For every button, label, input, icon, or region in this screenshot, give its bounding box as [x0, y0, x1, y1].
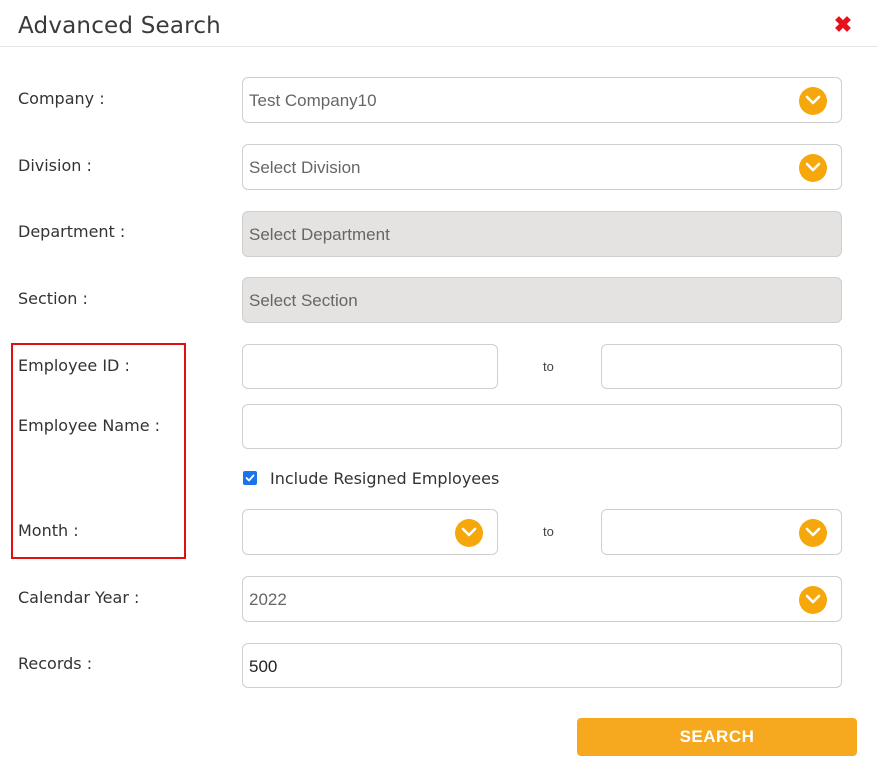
division-select[interactable]: Select Division — [242, 144, 842, 190]
company-select[interactable]: Test Company10 — [242, 77, 842, 123]
chevron-down-icon[interactable] — [799, 87, 827, 115]
company-value: Test Company10 — [249, 91, 377, 110]
department-select[interactable]: Select Department — [242, 211, 842, 257]
close-icon[interactable]: ✖ — [832, 14, 854, 36]
employee-name-input[interactable] — [242, 404, 842, 449]
dialog-title: Advanced Search — [18, 13, 221, 39]
dialog-header: Advanced Search ✖ — [0, 0, 878, 47]
company-label: Company : — [18, 89, 105, 108]
department-label: Department : — [18, 222, 126, 241]
include-resigned-label[interactable]: Include Resigned Employees — [270, 469, 499, 488]
section-label: Section : — [18, 289, 88, 308]
chevron-down-icon[interactable] — [455, 519, 483, 547]
month-range-separator: to — [543, 524, 554, 539]
calendar-year-label: Calendar Year : — [18, 588, 140, 607]
division-label: Division : — [18, 156, 92, 175]
employee-id-to-input[interactable] — [601, 344, 842, 389]
section-select[interactable]: Select Section — [242, 277, 842, 323]
calendar-year-select[interactable]: 2022 — [242, 576, 842, 622]
section-value: Select Section — [249, 291, 358, 310]
records-label: Records : — [18, 654, 93, 673]
search-button[interactable]: SEARCH — [577, 718, 857, 756]
records-stepper[interactable]: 500 — [242, 643, 842, 688]
include-resigned-checkbox[interactable] — [243, 471, 257, 485]
chevron-down-icon[interactable] — [799, 586, 827, 614]
employee-id-from-input[interactable] — [242, 344, 498, 389]
chevron-down-icon[interactable] — [799, 519, 827, 547]
calendar-year-value: 2022 — [249, 590, 287, 609]
chevron-down-icon[interactable] — [799, 154, 827, 182]
month-from-select[interactable] — [242, 509, 498, 555]
department-value: Select Department — [249, 225, 390, 244]
highlight-box — [11, 343, 186, 559]
month-to-select[interactable] — [601, 509, 842, 555]
records-value: 500 — [249, 657, 278, 676]
division-value: Select Division — [249, 158, 361, 177]
employee-id-range-separator: to — [543, 359, 554, 374]
